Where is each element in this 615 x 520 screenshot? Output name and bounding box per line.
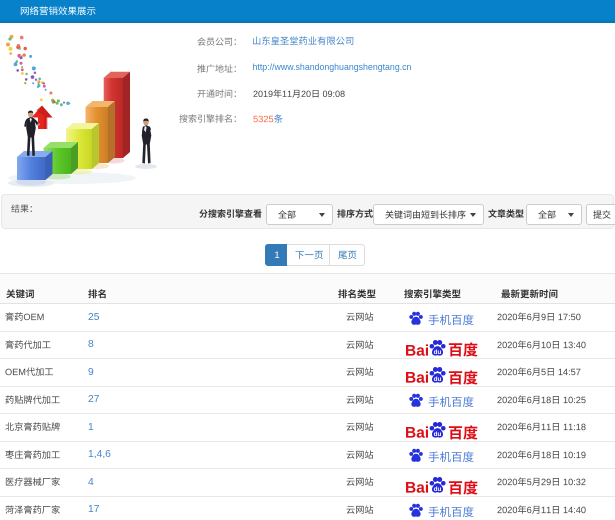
svg-text:du: du	[434, 486, 442, 493]
svg-text:du: du	[434, 376, 442, 383]
svg-text:du: du	[434, 348, 442, 355]
svg-text:du: du	[434, 431, 442, 438]
